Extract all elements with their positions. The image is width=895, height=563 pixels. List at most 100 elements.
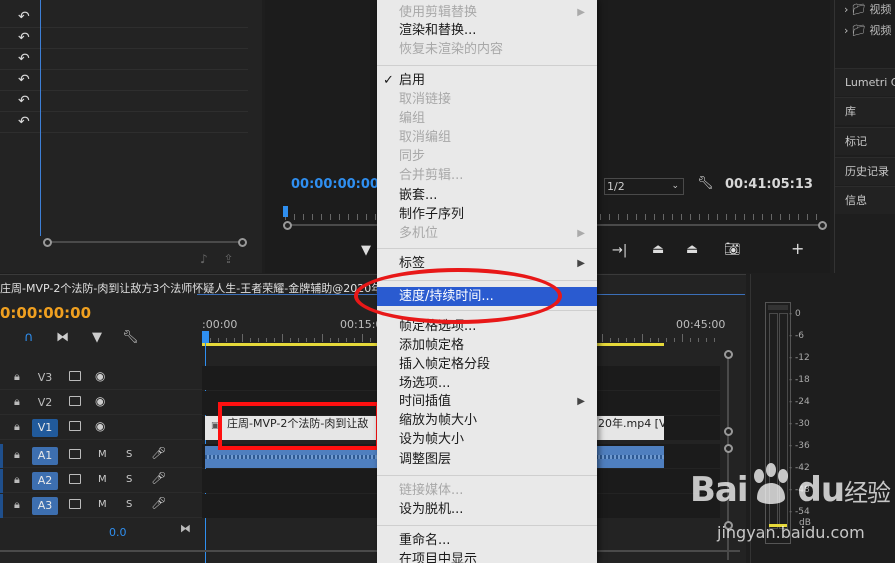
scroll-handle-left[interactable] [43, 238, 52, 247]
context-menu-item[interactable]: 添加帧定格 [377, 336, 597, 355]
history-row[interactable]: ↶ [0, 112, 248, 133]
lock-icon[interactable]: 🔒︎ [14, 370, 20, 384]
context-menu-item[interactable]: 重命名... [377, 531, 597, 550]
wrench-icon[interactable]: 🔧︎ [697, 176, 714, 191]
context-menu-item[interactable]: 设为脱机... [377, 500, 597, 519]
context-menu-item[interactable]: 嵌套... [377, 186, 597, 205]
export-icon[interactable]: ⇪ [224, 252, 234, 266]
left-panel-scrollbar[interactable] [43, 238, 247, 247]
snap-icon[interactable]: ∩ [24, 330, 34, 345]
timeline-settings-wrench-icon[interactable]: 🔧︎ [122, 330, 139, 345]
mute-button[interactable]: M [98, 499, 107, 510]
history-row[interactable]: ↶ [0, 49, 248, 70]
track-target-indicator[interactable] [0, 494, 3, 518]
track-header-a3[interactable]: 🔒︎ A3 M S 🎤︎ [0, 494, 720, 518]
project-folder-row[interactable]: › 📁︎ 视频 [844, 1, 895, 17]
track-name[interactable]: V3 [32, 369, 58, 387]
lock-icon[interactable]: 🔒︎ [14, 395, 20, 409]
track-name[interactable]: A3 [32, 497, 58, 515]
audio-clip[interactable] [596, 446, 664, 468]
panel-lumetri[interactable]: Lumetri C [835, 68, 895, 96]
context-menu-item[interactable]: 制作子序列 [377, 205, 597, 224]
add-button-icon[interactable]: + [791, 241, 804, 257]
track-name[interactable]: A1 [32, 447, 58, 465]
microphone-icon[interactable]: 🎤︎ [151, 496, 166, 510]
microphone-icon[interactable]: 🎤︎ [151, 446, 166, 460]
eye-icon[interactable]: ◉ [95, 419, 105, 433]
track-header-a2[interactable]: 🔒︎ A2 M S 🎤︎ [0, 469, 720, 493]
panel-library[interactable]: 库 [835, 97, 895, 125]
panel-info[interactable]: 信息 [835, 186, 895, 214]
context-menu-item[interactable]: 时间插值 ▶ [377, 392, 597, 411]
track-target-indicator[interactable] [0, 444, 3, 468]
history-row[interactable]: ↶ [0, 7, 248, 28]
scroll-handle-right[interactable] [238, 238, 247, 247]
lift-icon[interactable]: ⏏ [652, 243, 664, 257]
sync-lock-icon[interactable] [69, 449, 81, 459]
track-target-indicator[interactable] [0, 469, 3, 493]
lock-icon[interactable]: 🔒︎ [14, 448, 20, 462]
eye-icon[interactable]: ◉ [95, 394, 105, 408]
sync-lock-icon[interactable] [69, 421, 81, 431]
video-clip[interactable]: 20年.mp4 [V [596, 416, 664, 440]
sync-lock-icon[interactable] [69, 396, 81, 406]
microphone-icon[interactable]: 🎤︎ [151, 471, 166, 485]
context-menu-item[interactable]: 调整图层 [377, 450, 597, 469]
panel-markers[interactable]: 标记 [835, 127, 895, 155]
track-name[interactable]: V2 [32, 394, 58, 412]
undo-icon[interactable]: ↶ [18, 114, 30, 130]
audio-icon[interactable]: ♪ [200, 252, 208, 266]
mute-button[interactable]: M [98, 449, 107, 460]
context-menu-item[interactable]: ✓ 启用 [377, 71, 597, 90]
context-menu-item[interactable]: 设为帧大小 [377, 430, 597, 449]
undo-icon[interactable]: ↶ [18, 72, 30, 88]
add-marker-icon[interactable]: ▼ [92, 330, 102, 345]
extract-icon[interactable]: ⏏ [686, 243, 698, 257]
undo-icon[interactable]: ↶ [18, 9, 30, 25]
history-row[interactable]: ↶ [0, 70, 248, 91]
lock-icon[interactable]: 🔒︎ [14, 420, 20, 434]
eye-icon[interactable]: ◉ [95, 369, 105, 383]
context-menu-item[interactable]: 插入帧定格分段 [377, 355, 597, 374]
marker-icon[interactable]: ▼ [361, 244, 371, 258]
scroll-handle-top[interactable] [724, 350, 733, 359]
timeline-horizontal-scrollbar[interactable] [0, 547, 740, 557]
panel-history[interactable]: 历史记录 [835, 157, 895, 185]
track-header-v3[interactable]: 🔒︎ V3 ◉ [0, 366, 720, 390]
timeline-timecode[interactable]: 0:00:00:00 [0, 304, 91, 322]
solo-button[interactable]: S [126, 499, 132, 510]
track-name[interactable]: V1 [32, 419, 58, 437]
program-timecode-current[interactable]: 00:00:00:00 [291, 177, 379, 192]
project-folder-row[interactable]: › 📁︎ 视频 [844, 22, 895, 38]
solo-button[interactable]: S [126, 449, 132, 460]
context-menu-item[interactable]: 场选项... [377, 374, 597, 393]
undo-icon[interactable]: ↶ [18, 30, 30, 46]
context-menu-item[interactable]: 渲染和替换... [377, 21, 597, 40]
mute-button[interactable]: M [98, 474, 107, 485]
undo-icon[interactable]: ↶ [18, 51, 30, 67]
scroll-handle[interactable] [724, 427, 733, 436]
master-volume-value[interactable]: 0.0 [109, 526, 127, 539]
history-row[interactable]: ↶ [0, 28, 248, 49]
scroll-handle-left[interactable] [283, 221, 292, 230]
timeline-playhead[interactable] [202, 331, 209, 343]
sync-lock-icon[interactable] [69, 474, 81, 484]
sync-lock-icon[interactable] [69, 499, 81, 509]
linked-selection-icon[interactable]: ⧓ [56, 330, 69, 345]
program-playhead[interactable] [283, 206, 288, 217]
camera-icon[interactable]: 📷︎ [724, 243, 741, 257]
track-name[interactable]: A2 [32, 472, 58, 490]
lock-icon[interactable]: 🔒︎ [14, 498, 20, 512]
go-to-out-icon[interactable]: →| [612, 244, 627, 258]
lock-icon[interactable]: 🔒︎ [14, 473, 20, 487]
sync-lock-icon[interactable] [69, 371, 81, 381]
solo-button[interactable]: S [126, 474, 132, 485]
scroll-handle-right[interactable] [818, 221, 827, 230]
context-menu-item[interactable]: 在项目中显示 [377, 550, 597, 563]
program-scale-dropdown[interactable]: 1/2 ⌄ [604, 178, 684, 195]
scroll-handle[interactable] [724, 444, 733, 453]
go-to-end-icon[interactable]: ⧓ [180, 522, 191, 535]
undo-icon[interactable]: ↶ [18, 93, 30, 109]
history-row[interactable]: ↶ [0, 91, 248, 112]
context-menu-item[interactable]: 缩放为帧大小 [377, 411, 597, 430]
